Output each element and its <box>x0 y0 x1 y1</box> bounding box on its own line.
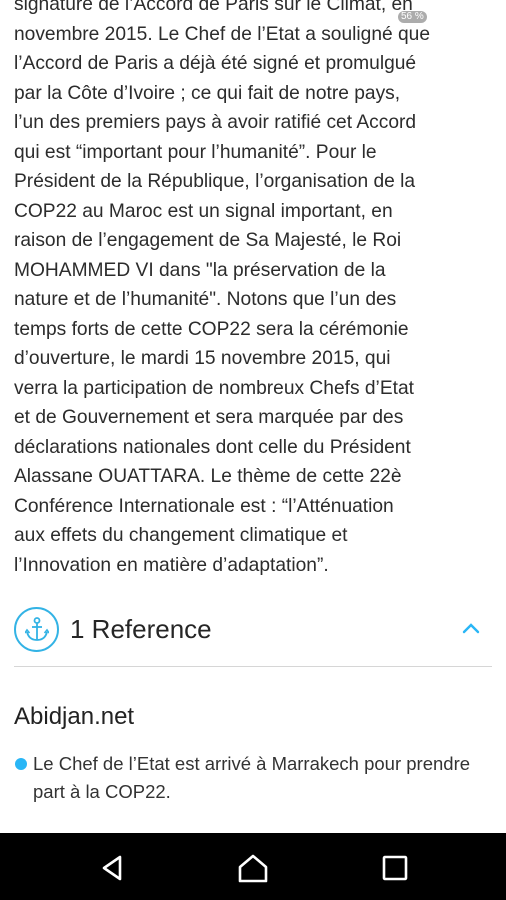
reference-source: Abidjan.net <box>14 703 135 730</box>
references-title: 1 Reference <box>70 614 212 644</box>
article-line: raison de l’engagement de Sa Majesté, le… <box>14 230 402 251</box>
article-line: aux effets du changement climatique et <box>14 525 348 546</box>
article-line: MOHAMMED VI dans "la préservation de la <box>14 259 386 281</box>
article-line: COP22 au Maroc est un signal important, … <box>14 200 393 222</box>
reference-text: Le Chef de l’Etat est arrivé à Marrakech… <box>33 753 471 802</box>
divider <box>14 666 492 667</box>
article-line: Conférence Internationale est : “l’Attén… <box>14 495 394 517</box>
zoom-badge: 56 % <box>398 11 427 23</box>
article-line: l’un des premiers pays à avoir ratifié c… <box>14 112 417 133</box>
recents-icon[interactable] <box>378 851 412 885</box>
references-header[interactable]: 1 Reference <box>14 605 492 657</box>
article-line: déclarations nationales dont celle du Pr… <box>14 436 411 458</box>
article-line: l’Innovation en matière d’adaptation”. <box>14 554 329 576</box>
reference-item[interactable]: Le Chef de l’Etat est arrivé à Marrakech… <box>14 750 484 806</box>
article-body: signature de l’Accord de Paris sur le Cl… <box>14 0 496 580</box>
article-line: par la Côte d’Ivoire ; ce qui fait de no… <box>14 82 401 104</box>
article-line: nature et de l’humanité". Notons que l’u… <box>14 289 397 310</box>
article-line: temps forts de cette COP22 sera la cérém… <box>14 318 409 340</box>
article-line: et de Gouvernement et sera marquée par d… <box>14 407 404 428</box>
article-line: verra la participation de nombreux Chefs… <box>14 377 414 399</box>
home-icon[interactable] <box>236 851 270 885</box>
article-line: Alassane OUATTARA. Le thème de cette 22è <box>14 466 402 487</box>
anchor-icon <box>14 607 59 652</box>
system-navbar <box>0 833 506 900</box>
bullet-icon <box>15 758 27 770</box>
article-line: novembre 2015. Le Chef de l’Etat a souli… <box>14 23 431 45</box>
article-line: Président de la République, l’organisati… <box>14 171 416 192</box>
back-icon[interactable] <box>96 851 130 885</box>
article-line: qui est “important pour l’humanité”. Pou… <box>14 141 377 163</box>
article-line: d’ouverture, le mardi 15 novembre 2015, … <box>14 348 391 369</box>
chevron-up-icon[interactable] <box>462 621 480 639</box>
article-line: l’Accord de Paris a déjà été signé et pr… <box>14 53 417 74</box>
